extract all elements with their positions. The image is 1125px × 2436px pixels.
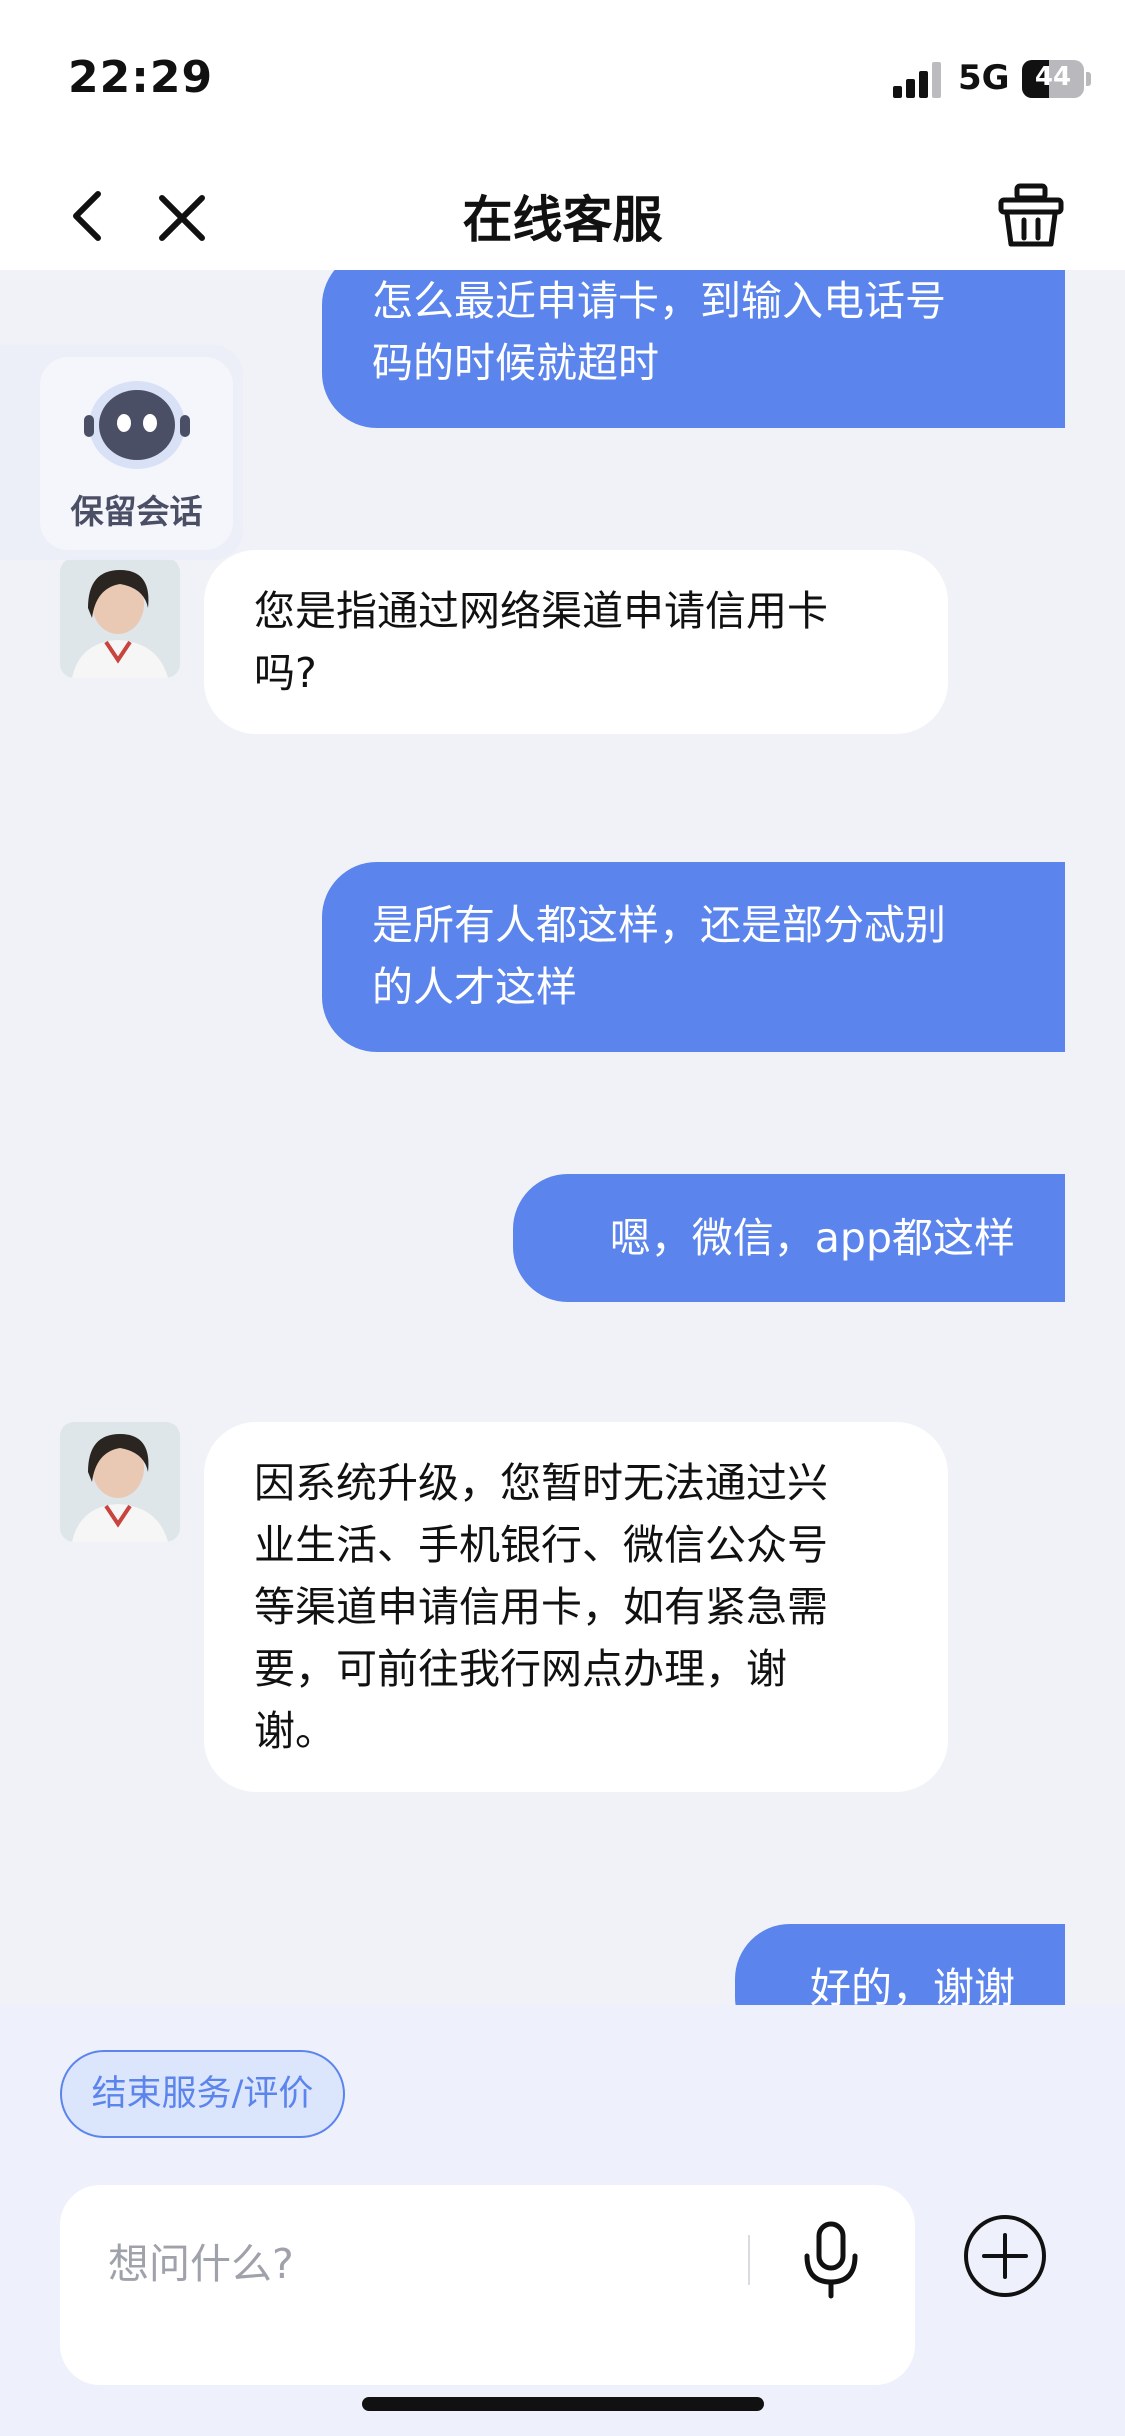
message-line: 您是指通过网络渠道申请信用卡 (254, 587, 828, 635)
bottom-panel: 结束服务/评价 想问什么? (0, 2005, 1125, 2436)
user-message: 好的，谢谢 (735, 1924, 1065, 2005)
input-divider (748, 2235, 750, 2285)
battery-icon: 44 (1022, 60, 1084, 98)
robot-icon (84, 381, 190, 469)
agent-avatar (60, 558, 180, 678)
user-message: 嗯，微信，app都这样 (513, 1174, 1065, 1302)
message-line: 因系统升级，您暂时无法通过兴 (254, 1459, 828, 1507)
battery-level: 44 (1034, 62, 1072, 92)
agent-message: 因系统升级，您暂时无法通过兴 业生活、手机银行、微信公众号 等渠道申请信用卡，如… (204, 1422, 948, 1792)
message-line: 是所有人都这样，还是部分忒别 (372, 901, 946, 949)
message-line: 要，可前往我行网点办理，谢 (254, 1645, 787, 1693)
keep-session-button[interactable]: 保留会话 (40, 357, 233, 550)
agent-avatar (60, 1422, 180, 1542)
message-line: 嗯，微信，app都这样 (609, 1214, 1015, 1262)
user-message: 是所有人都这样，还是部分忒别 的人才这样 (322, 862, 1065, 1052)
keep-session-widget[interactable]: 保留会话 (0, 345, 243, 560)
battery-cap (1086, 72, 1091, 86)
message-line: 的人才这样 (372, 963, 577, 1011)
microphone-icon[interactable] (795, 2220, 867, 2300)
home-indicator (362, 2397, 764, 2411)
input-placeholder: 想问什么? (108, 2240, 294, 2288)
user-message: 怎么最近申请卡，到输入电话号 码的时候就超时 (322, 270, 1065, 428)
basket-icon[interactable] (995, 180, 1067, 252)
page-title: 在线客服 (462, 191, 663, 249)
network-type: 5G (958, 58, 1010, 98)
status-time: 22:29 (68, 52, 214, 103)
nav-bar: 在线客服 (0, 160, 1125, 270)
message-line: 等渠道申请信用卡，如有紧急需 (254, 1583, 828, 1631)
plus-icon[interactable] (962, 2213, 1048, 2299)
message-line: 业生活、手机银行、微信公众号 (254, 1521, 828, 1569)
message-line: 好的，谢谢 (810, 1964, 1015, 2005)
end-service-button[interactable]: 结束服务/评价 (60, 2050, 345, 2138)
message-line: 码的时候就超时 (372, 339, 659, 387)
message-line: 谢。 (254, 1707, 336, 1755)
message-line: 怎么最近申请卡，到输入电话号 (372, 277, 946, 325)
message-input[interactable]: 想问什么? (60, 2185, 915, 2385)
signal-icon (893, 62, 943, 98)
agent-message: 您是指通过网络渠道申请信用卡 吗? (204, 550, 948, 734)
keep-session-label: 保留会话 (70, 492, 203, 531)
status-bar: 22:29 5G 44 (0, 0, 1125, 160)
message-line: 吗? (254, 649, 317, 697)
